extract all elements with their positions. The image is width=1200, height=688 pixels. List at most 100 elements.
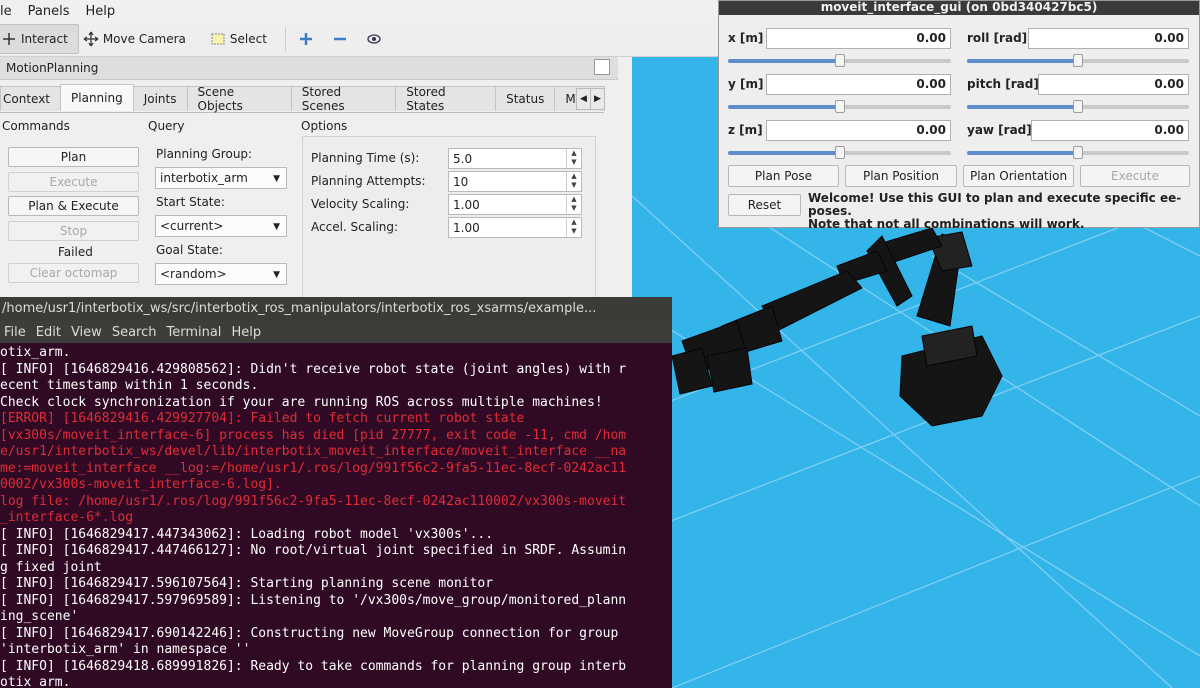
menu-help[interactable]: Help xyxy=(77,4,123,19)
start-state-select[interactable]: <current> ▼ xyxy=(155,215,287,237)
motion-planning-panel-title: MotionPlanning xyxy=(0,57,618,80)
select-tool-button[interactable]: Select xyxy=(206,25,277,53)
slider-fill xyxy=(728,105,840,109)
terminal-error-line: 0002/vx300s-moveit_interface-6.log]. xyxy=(0,477,282,492)
terminal-line: ecent timestamp within 1 seconds. xyxy=(0,378,259,393)
terminal-error-line: log file: /home/usr1/.ros/log/991f56c2-9… xyxy=(0,493,627,509)
planning-attempts-label: Planning Attempts: xyxy=(311,174,426,188)
terminal-menu-view[interactable]: View xyxy=(67,325,106,340)
terminal-menu-search[interactable]: Search xyxy=(108,325,161,340)
motion-planning-tabs: Context Planning Joints Scene Objects St… xyxy=(0,84,605,113)
z-input[interactable]: 0.00 xyxy=(766,120,951,141)
slider-handle[interactable] xyxy=(835,146,845,159)
clear-octomap-button[interactable]: Clear octomap xyxy=(8,263,139,283)
slider-handle[interactable] xyxy=(1073,100,1083,113)
y-slider[interactable] xyxy=(728,100,951,113)
ground-grid xyxy=(632,185,1200,688)
tab-scroll-right-button[interactable]: ▶ xyxy=(590,88,605,110)
terminal-error-line: me:=moveit_interface __log:=/home/usr1/.… xyxy=(0,460,627,476)
execute-button[interactable]: Execute xyxy=(8,172,139,192)
spin-arrows-icon[interactable]: ▲ ▼ xyxy=(566,149,581,168)
tab-stored-scenes[interactable]: Stored Scenes xyxy=(290,85,397,113)
interact-icon xyxy=(3,33,15,45)
terminal-title: /home/usr1/interbotix_ws/src/interbotix_… xyxy=(0,297,672,321)
spin-arrows-icon[interactable]: ▲ ▼ xyxy=(566,195,581,214)
plan-pose-button[interactable]: Plan Pose xyxy=(728,165,839,187)
add-tool-button[interactable] xyxy=(294,25,328,53)
yaw-slider[interactable] xyxy=(967,146,1189,159)
roll-input[interactable]: 0.00 xyxy=(1028,28,1189,49)
slider-fill xyxy=(728,151,840,155)
stop-button[interactable]: Stop xyxy=(8,221,139,241)
view-tool-button[interactable] xyxy=(362,25,396,53)
terminal-menu-edit[interactable]: Edit xyxy=(32,325,65,340)
remove-tool-button[interactable] xyxy=(328,25,362,53)
menu-file[interactable]: le xyxy=(0,4,20,19)
planning-attempts-input[interactable]: 10 ▲ ▼ xyxy=(448,171,582,192)
slider-fill xyxy=(967,59,1078,63)
slider-handle[interactable] xyxy=(835,54,845,67)
tab-context[interactable]: Context xyxy=(0,86,62,111)
move-camera-tool-button[interactable]: Move Camera xyxy=(79,25,196,53)
terminal-error-line: [vx300s/moveit_interface-6] process has … xyxy=(0,427,627,443)
interact-tool-button[interactable]: Interact xyxy=(0,24,79,54)
accel-scaling-value: 1.00 xyxy=(453,220,480,235)
terminal-window[interactable]: /home/usr1/interbotix_ws/src/interbotix_… xyxy=(0,297,672,688)
plan-orientation-button[interactable]: Plan Orientation xyxy=(963,165,1074,187)
terminal-error-line: e/usr1/interbotix_ws/devel/lib/interboti… xyxy=(0,444,627,459)
slider-handle[interactable] xyxy=(1073,54,1083,67)
planning-group-select[interactable]: interbotix_arm ▼ xyxy=(155,167,287,189)
accel-scaling-input[interactable]: 1.00 ▲ ▼ xyxy=(448,217,582,238)
tab-scroll-left-button[interactable]: ◀ xyxy=(576,88,591,110)
terminal-output[interactable]: otix_arm.[ INFO] [1646829416.429808562]:… xyxy=(0,345,672,688)
x-input[interactable]: 0.00 xyxy=(766,28,951,49)
plan-position-button[interactable]: Plan Position xyxy=(845,165,957,187)
welcome-message: Welcome! Use this GUI to plan and execut… xyxy=(808,192,1200,231)
tab-planning[interactable]: Planning xyxy=(60,84,134,111)
yaw-label: yaw [rad] xyxy=(967,123,1032,137)
motion-planning-title-text: MotionPlanning xyxy=(6,61,99,75)
planning-time-input[interactable]: 5.0 ▲ ▼ xyxy=(448,148,582,169)
tab-stored-states[interactable]: Stored States xyxy=(395,85,497,113)
z-slider[interactable] xyxy=(728,146,951,159)
pitch-input[interactable]: 0.00 xyxy=(1038,74,1189,95)
terminal-menu-help[interactable]: Help xyxy=(227,325,265,340)
terminal-menu-file[interactable]: File xyxy=(0,325,30,340)
spin-arrows-icon[interactable]: ▲ ▼ xyxy=(566,172,581,191)
roll-slider[interactable] xyxy=(967,54,1189,67)
roll-label: roll [rad] xyxy=(967,31,1028,45)
chevron-down-icon: ▼ xyxy=(273,270,280,280)
planning-attempts-value: 10 xyxy=(453,174,469,189)
panel-float-button[interactable] xyxy=(594,59,610,75)
goal-state-select[interactable]: <random> ▼ xyxy=(155,263,287,285)
yaw-input[interactable]: 0.00 xyxy=(1031,120,1189,141)
accel-scaling-label: Accel. Scaling: xyxy=(311,220,399,234)
z-label: z [m] xyxy=(728,123,763,137)
pitch-slider[interactable] xyxy=(967,100,1189,113)
terminal-line: [ INFO] [1646829417.597969589]: Listenin… xyxy=(0,592,627,608)
x-slider[interactable] xyxy=(728,54,951,67)
velocity-scaling-input[interactable]: 1.00 ▲ ▼ xyxy=(448,194,582,215)
tab-scene-objects[interactable]: Scene Objects xyxy=(186,85,292,113)
menu-panels[interactable]: Panels xyxy=(20,4,78,19)
terminal-error-line: _interface-6*.log xyxy=(0,510,134,525)
slider-handle[interactable] xyxy=(1073,146,1083,159)
start-state-label: Start State: xyxy=(156,195,225,209)
tab-status[interactable]: Status xyxy=(495,86,556,111)
plus-icon xyxy=(299,33,312,45)
planning-time-value: 5.0 xyxy=(453,151,473,166)
select-icon xyxy=(211,33,225,45)
terminal-line: [ INFO] [1646829418.689991826]: Ready to… xyxy=(0,658,627,674)
planning-group-label: Planning Group: xyxy=(156,147,253,161)
slider-handle[interactable] xyxy=(835,100,845,113)
plan-and-execute-button[interactable]: Plan & Execute xyxy=(8,196,139,216)
spin-arrows-icon[interactable]: ▲ ▼ xyxy=(566,218,581,237)
y-input[interactable]: 0.00 xyxy=(766,74,951,95)
tab-joints[interactable]: Joints xyxy=(132,86,188,111)
plan-button[interactable]: Plan xyxy=(8,147,139,167)
gui-execute-button[interactable]: Execute xyxy=(1080,165,1190,187)
slider-fill xyxy=(967,151,1078,155)
reset-button[interactable]: Reset xyxy=(728,194,801,216)
terminal-menu-terminal[interactable]: Terminal xyxy=(162,325,225,340)
commands-label: Commands xyxy=(2,119,70,133)
